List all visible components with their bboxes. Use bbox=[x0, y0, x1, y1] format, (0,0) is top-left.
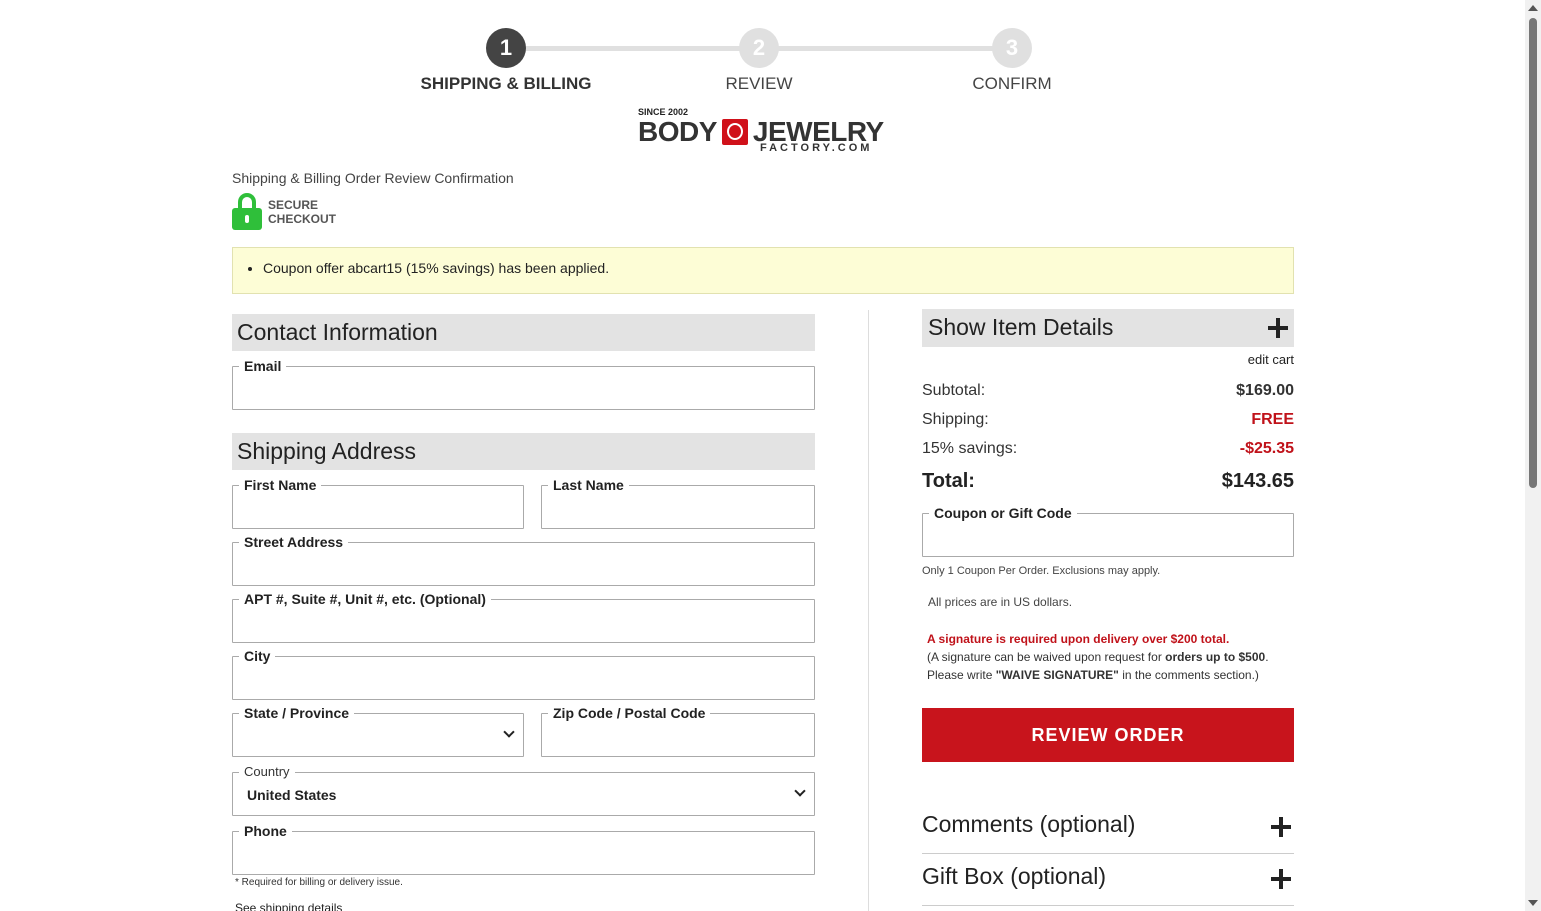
prices-note: All prices are in US dollars. bbox=[928, 595, 1073, 609]
signature-required: A signature is required upon delivery ov… bbox=[927, 632, 1230, 646]
step-3-circle: 3 bbox=[992, 28, 1032, 68]
gift-box-toggle[interactable]: Gift Box (optional) bbox=[922, 855, 1294, 906]
zip-field[interactable]: Zip Code / Postal Code bbox=[541, 705, 815, 757]
first-name-label: First Name bbox=[239, 477, 322, 493]
scroll-down-arrow-icon[interactable] bbox=[1528, 900, 1538, 906]
phone-label: Phone bbox=[239, 823, 292, 839]
phone-field[interactable]: Phone bbox=[232, 823, 815, 875]
last-name-label: Last Name bbox=[548, 477, 629, 493]
logo-subtitle: FACTORY.COM bbox=[760, 142, 873, 154]
subtotal-row: Subtotal: $169.00 bbox=[922, 382, 1294, 400]
apt-field[interactable]: APT #, Suite #, Unit #, etc. (Optional) bbox=[232, 591, 815, 643]
state-label: State / Province bbox=[239, 705, 355, 721]
signature-line3: Please write bbox=[927, 668, 996, 682]
savings-value: -$25.35 bbox=[1239, 440, 1294, 457]
country-value: United States bbox=[247, 787, 337, 803]
subtotal-value: $169.00 bbox=[1236, 382, 1294, 399]
scroll-up-arrow-icon[interactable] bbox=[1528, 5, 1538, 11]
breadcrumb: Shipping & Billing Order Review Confirma… bbox=[232, 170, 514, 186]
coupon-notice-text: Coupon offer abcart15 (15% savings) has … bbox=[263, 260, 1293, 276]
zip-label: Zip Code / Postal Code bbox=[548, 705, 711, 721]
progress-line bbox=[778, 46, 993, 51]
comments-toggle[interactable]: Comments (optional) bbox=[922, 803, 1294, 854]
coupon-notice: Coupon offer abcart15 (15% savings) has … bbox=[232, 247, 1294, 294]
total-row: Total: $143.65 bbox=[922, 470, 1294, 493]
state-select[interactable]: State / Province bbox=[232, 705, 524, 757]
savings-label: 15% savings: bbox=[922, 440, 1018, 457]
signature-line2-end: . bbox=[1265, 650, 1269, 664]
last-name-field[interactable]: Last Name bbox=[541, 477, 815, 529]
city-field[interactable]: City bbox=[232, 648, 815, 700]
contact-heading: Contact Information bbox=[232, 314, 815, 351]
site-logo[interactable]: SINCE 2002 BODY JEWELRY FACTORY.COM bbox=[638, 105, 888, 157]
plus-icon bbox=[1271, 869, 1291, 889]
signature-notice: A signature is required upon delivery ov… bbox=[927, 630, 1287, 684]
city-label: City bbox=[239, 648, 276, 664]
shipping-cost-value: FREE bbox=[1251, 411, 1294, 428]
chevron-down-icon bbox=[503, 726, 515, 738]
signature-line2: (A signature can be waived upon request … bbox=[927, 650, 1166, 664]
plus-icon bbox=[1268, 318, 1288, 338]
country-select[interactable]: Country United States bbox=[232, 764, 815, 816]
email-label: Email bbox=[239, 358, 287, 374]
total-label: Total: bbox=[922, 470, 975, 492]
gift-box-label: Gift Box (optional) bbox=[922, 863, 1107, 889]
scrollbar-thumb[interactable] bbox=[1529, 18, 1537, 488]
signature-limit: orders up to $500 bbox=[1165, 650, 1266, 664]
step-3-label: CONFIRM bbox=[972, 74, 1052, 93]
coupon-field[interactable]: Coupon or Gift Code bbox=[922, 505, 1294, 557]
email-field[interactable]: Email bbox=[232, 358, 815, 410]
secure-line1: SECURE bbox=[268, 197, 319, 212]
secure-line2: CHECKOUT bbox=[268, 211, 336, 226]
street-address-label: Street Address bbox=[239, 534, 349, 550]
plus-icon bbox=[1271, 817, 1291, 837]
step-1-label: SHIPPING & BILLING bbox=[420, 74, 592, 93]
shipping-heading: Shipping Address bbox=[232, 433, 815, 470]
show-item-details-toggle[interactable]: Show Item Details bbox=[922, 309, 1294, 347]
savings-row: 15% savings: -$25.35 bbox=[922, 440, 1294, 458]
logo-left-text: BODY bbox=[638, 116, 717, 147]
show-item-details-label: Show Item Details bbox=[928, 314, 1114, 340]
scrollbar[interactable] bbox=[1525, 0, 1541, 911]
step-1-circle: 1 bbox=[486, 28, 526, 68]
street-address-field[interactable]: Street Address bbox=[232, 534, 815, 586]
step-2-circle: 2 bbox=[739, 28, 779, 68]
checkout-progress: 1 2 3 SHIPPING & BILLING REVIEW CONFIRM bbox=[0, 0, 1525, 100]
coupon-label: Coupon or Gift Code bbox=[929, 505, 1077, 521]
shipping-cost-label: Shipping: bbox=[922, 411, 989, 428]
comments-label: Comments (optional) bbox=[922, 811, 1136, 837]
apt-label: APT #, Suite #, Unit #, etc. (Optional) bbox=[239, 591, 491, 607]
waive-signature-text: "WAIVE SIGNATURE" bbox=[995, 668, 1119, 682]
secure-checkout-badge: SECURE CHECKOUT bbox=[232, 193, 336, 230]
edit-cart-link[interactable]: edit cart bbox=[1200, 352, 1294, 367]
step-2-label: REVIEW bbox=[725, 74, 793, 93]
first-name-field[interactable]: First Name bbox=[232, 477, 524, 529]
signature-line3-end: in the comments section.) bbox=[1118, 668, 1259, 682]
column-divider bbox=[868, 310, 869, 911]
shipping-row: Shipping: FREE bbox=[922, 411, 1294, 429]
total-value: $143.65 bbox=[1221, 470, 1294, 492]
subtotal-label: Subtotal: bbox=[922, 382, 986, 399]
phone-note: * Required for billing or delivery issue… bbox=[235, 877, 403, 888]
shipping-details-link[interactable]: See shipping details bbox=[235, 901, 342, 911]
coupon-note: Only 1 Coupon Per Order. Exclusions may … bbox=[922, 565, 1161, 577]
progress-line bbox=[525, 46, 740, 51]
lock-icon bbox=[232, 193, 262, 230]
review-order-button[interactable]: REVIEW ORDER bbox=[922, 708, 1294, 762]
chevron-down-icon bbox=[794, 785, 806, 797]
country-label: Country bbox=[239, 764, 295, 780]
logo-ring-icon bbox=[721, 119, 748, 145]
